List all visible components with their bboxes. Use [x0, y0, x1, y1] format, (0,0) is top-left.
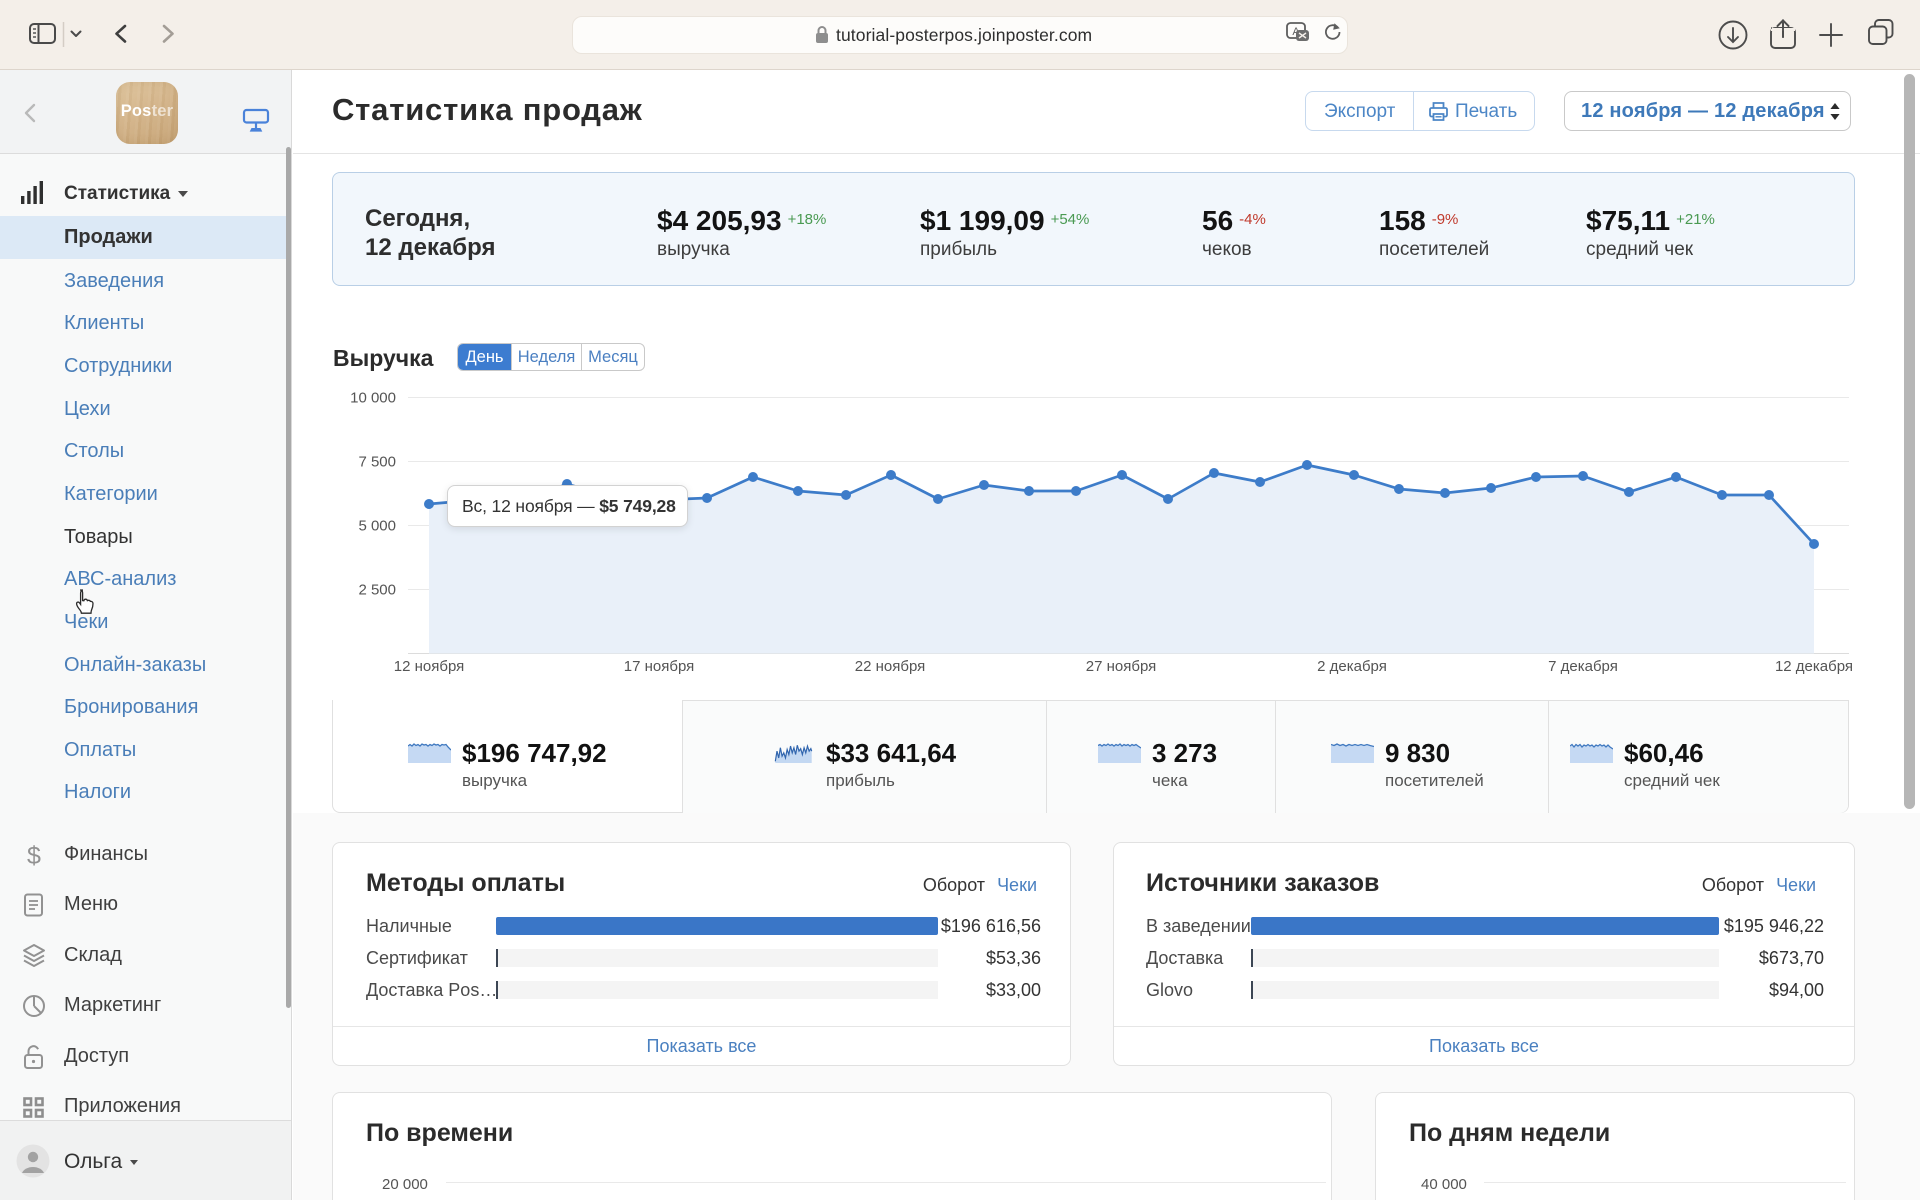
svg-text:27 ноября: 27 ноября: [1086, 658, 1157, 675]
svg-text:2 500: 2 500: [358, 582, 396, 599]
svg-text:7 500: 7 500: [358, 454, 396, 471]
svg-text:12 декабря: 12 декабря: [1775, 658, 1853, 675]
svg-text:5 000: 5 000: [358, 518, 396, 535]
svg-text:10 000: 10 000: [350, 390, 396, 407]
svg-text:2 декабря: 2 декабря: [1317, 658, 1387, 675]
svg-text:7 декабря: 7 декабря: [1548, 658, 1618, 675]
svg-text:22 ноября: 22 ноября: [855, 658, 926, 675]
svg-text:17 ноября: 17 ноября: [624, 658, 695, 675]
svg-text:12 ноября: 12 ноября: [394, 658, 465, 675]
svg-text:$: $: [27, 843, 41, 869]
